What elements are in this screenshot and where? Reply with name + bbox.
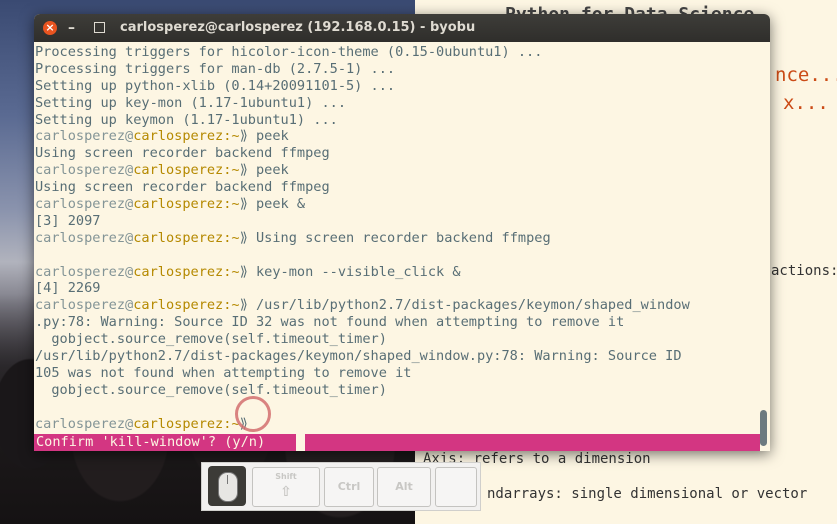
prompt-path: :~ <box>223 229 240 246</box>
doc-actions-text: actions: <box>771 263 837 279</box>
doc-orange-text-2: x... <box>783 92 829 114</box>
prompt-at: @ <box>125 415 134 432</box>
mouse-click-indicator <box>235 396 271 432</box>
prompt-user: carlosperez <box>35 162 126 179</box>
shift-arrow-icon: ⇧ <box>280 484 292 500</box>
terminal-line: carlosperez@carlosperez:~⟫ peek & <box>35 196 770 213</box>
terminal-line: carlosperez@carlosperez:~⟫ <box>35 416 770 433</box>
doc-orange-text-1: nce... <box>775 64 837 86</box>
prompt-symbol: ⟫ <box>239 162 256 179</box>
prompt-user: carlosperez <box>35 128 126 145</box>
prompt-host: carlosperez <box>133 297 224 314</box>
prompt-host: carlosperez <box>133 263 224 280</box>
command-text: /usr/lib/python2.7/dist-packages/keymon/… <box>256 297 690 314</box>
shift-key-label: Shift <box>275 472 297 481</box>
status-bar-gap <box>296 434 305 451</box>
mouse-indicator <box>208 466 246 506</box>
prompt-host: carlosperez <box>133 128 224 145</box>
minimize-icon: – <box>68 20 75 36</box>
key-mon-overlay: Shift ⇧ Ctrl Alt <box>201 462 481 511</box>
prompt-host: carlosperez <box>133 415 224 432</box>
prompt-at: @ <box>125 162 134 179</box>
prompt-symbol: ⟫ <box>239 263 256 280</box>
terminal-line: /usr/lib/python2.7/dist-packages/keymon/… <box>35 348 682 365</box>
prompt-path: :~ <box>223 128 240 145</box>
terminal-line: Using screen recorder backend ffmpeg <box>35 145 330 162</box>
prompt-symbol: ⟫ <box>239 196 256 213</box>
prompt-host: carlosperez <box>133 229 224 246</box>
close-button[interactable]: × <box>43 21 57 35</box>
ctrl-key: Ctrl <box>324 467 374 507</box>
terminal-scrollbar[interactable] <box>760 410 767 446</box>
command-text: peek & <box>256 196 306 213</box>
prompt-host: carlosperez <box>133 196 224 213</box>
prompt-path: :~ <box>223 263 240 280</box>
terminal-window[interactable]: × – carlosperez@carlosperez (192.168.0.1… <box>34 14 770 451</box>
terminal-line: gobject.source_remove(self.timeout_timer… <box>35 331 387 348</box>
prompt-symbol: ⟫ <box>239 297 256 314</box>
window-titlebar[interactable]: × – carlosperez@carlosperez (192.168.0.1… <box>34 14 770 42</box>
terminal-line: carlosperez@carlosperez:~⟫ peek <box>35 162 770 179</box>
terminal-line: carlosperez@carlosperez:~⟫ peek <box>35 128 770 145</box>
terminal-line: [3] 2097 <box>35 212 101 229</box>
terminal-line: .py:78: Warning: Source ID 32 was not fo… <box>35 314 625 331</box>
prompt-path: :~ <box>223 162 240 179</box>
confirm-kill-window-prompt[interactable]: Confirm 'kill-window'? (y/n) <box>34 434 268 451</box>
prompt-at: @ <box>125 196 134 213</box>
terminal-line: Setting up key-mon (1.17-1ubuntu1) ... <box>35 94 346 111</box>
prompt-host: carlosperez <box>133 162 224 179</box>
prompt-user: carlosperez <box>35 297 126 314</box>
prompt-symbol: ⟫ <box>239 229 256 246</box>
mouse-icon <box>218 472 238 502</box>
ctrl-key-label: Ctrl <box>337 480 361 493</box>
command-text: peek <box>256 128 289 145</box>
terminal-line: Setting up python-xlib (0.14+20091101-5)… <box>35 77 396 94</box>
terminal-line: 105 was not found when attempting to rem… <box>35 364 412 381</box>
maximize-button[interactable] <box>94 22 105 33</box>
terminal-line: carlosperez@carlosperez:~⟫ /usr/lib/pyth… <box>35 297 770 314</box>
command-text: peek <box>256 162 289 179</box>
terminal-line: Using screen recorder backend ffmpeg <box>35 179 330 196</box>
prompt-at: @ <box>125 263 134 280</box>
prompt-user: carlosperez <box>35 196 126 213</box>
minimize-button[interactable]: – <box>68 20 75 36</box>
terminal-line: carlosperez@carlosperez:~⟫ key-mon --vis… <box>35 264 770 281</box>
shift-key: Shift ⇧ <box>252 467 320 507</box>
terminal-line: Processing triggers for hicolor-icon-the… <box>35 44 543 60</box>
terminal-line: carlosperez@carlosperez:~⟫ Using screen … <box>35 230 770 247</box>
prompt-at: @ <box>125 128 134 145</box>
terminal-output[interactable]: Processing triggers for hicolor-icon-the… <box>34 42 770 451</box>
close-icon: × <box>45 21 55 34</box>
terminal-line: [4] 2269 <box>35 280 101 297</box>
alt-key-label: Alt <box>395 480 413 493</box>
meta-key <box>435 467 477 507</box>
prompt-at: @ <box>125 297 134 314</box>
window-title: carlosperez@carlosperez (192.168.0.15) -… <box>120 20 476 35</box>
terminal-line: Setting up keymon (1.17-1ubuntu1) ... <box>35 111 338 128</box>
terminal-line: Processing triggers for man-db (2.7.5-1)… <box>35 60 396 77</box>
doc-ndarrays-text: ndarrays: single dimensional or vector <box>487 486 808 502</box>
prompt-path: :~ <box>223 196 240 213</box>
prompt-symbol: ⟫ <box>239 128 256 145</box>
prompt-path: :~ <box>223 297 240 314</box>
terminal-line: gobject.source_remove(self.timeout_timer… <box>35 381 387 398</box>
command-text: Using screen recorder backend ffmpeg <box>256 229 551 246</box>
prompt-at: @ <box>125 229 134 246</box>
command-text: key-mon --visible_click & <box>256 263 461 280</box>
prompt-user: carlosperez <box>35 229 126 246</box>
prompt-user: carlosperez <box>35 415 126 432</box>
prompt-user: carlosperez <box>35 263 126 280</box>
alt-key: Alt <box>377 467 431 507</box>
